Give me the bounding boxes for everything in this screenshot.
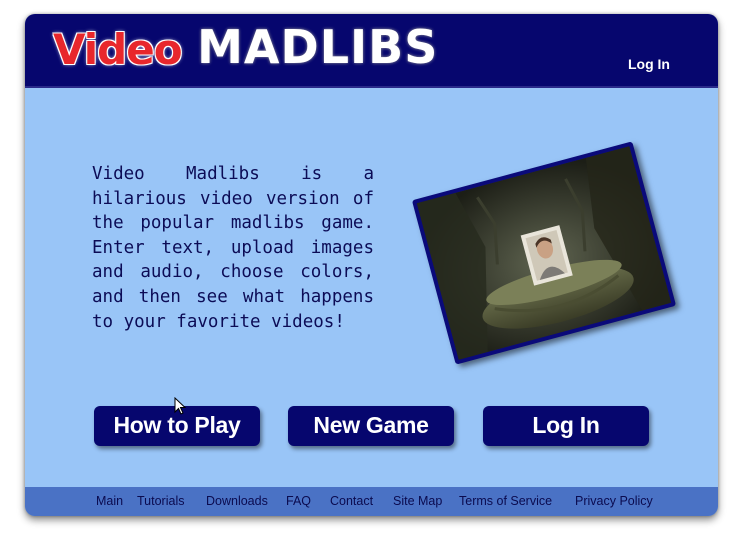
footer-nav: Main Tutorials Downloads FAQ Contact Sit… xyxy=(25,487,718,516)
footer-link-tutorials[interactable]: Tutorials xyxy=(137,494,184,508)
logo-video-text: Video xyxy=(53,25,183,74)
footer-link-faq[interactable]: FAQ xyxy=(286,494,311,508)
footer-link-site-map[interactable]: Site Map xyxy=(393,494,442,508)
footer-link-main[interactable]: Main xyxy=(96,494,123,508)
logo-madlibs-text: MADLIBS xyxy=(197,20,439,74)
header-login-link[interactable]: Log In xyxy=(628,56,670,72)
log-in-button[interactable]: Log In xyxy=(483,406,649,446)
mouse-pointer-icon xyxy=(174,397,186,415)
preview-image-frame xyxy=(411,141,677,365)
intro-text: Video Madlibs is a hilarious video versi… xyxy=(92,164,374,332)
preview-image xyxy=(411,141,677,365)
site-logo[interactable]: Video MADLIBS xyxy=(53,20,438,80)
footer-link-downloads[interactable]: Downloads xyxy=(206,494,268,508)
new-game-button[interactable]: New Game xyxy=(288,406,454,446)
header-bar: Video MADLIBS Log In xyxy=(25,14,718,88)
footer-link-terms-of-service[interactable]: Terms of Service xyxy=(459,494,552,508)
footer-link-privacy-policy[interactable]: Privacy Policy xyxy=(575,494,653,508)
footer-link-contact[interactable]: Contact xyxy=(330,494,373,508)
page-frame: Video MADLIBS Log In Video Madlibs is a … xyxy=(25,14,718,516)
preview-scene xyxy=(416,146,672,360)
